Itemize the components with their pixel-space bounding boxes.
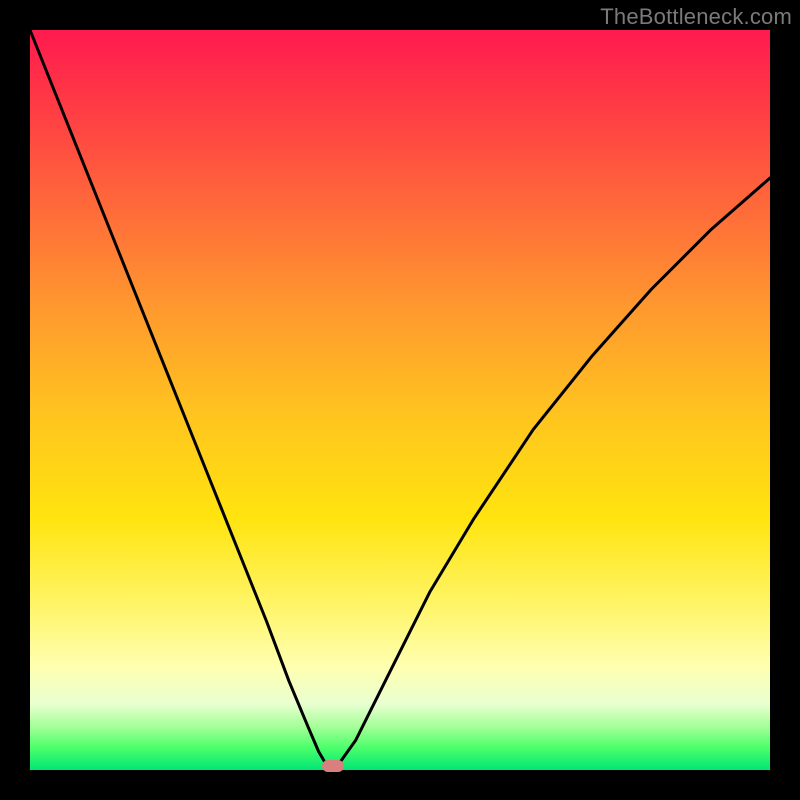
optimum-marker <box>322 760 344 772</box>
bottleneck-curve <box>30 30 770 770</box>
plot-area <box>30 30 770 770</box>
chart-frame: TheBottleneck.com <box>0 0 800 800</box>
watermark-text: TheBottleneck.com <box>600 4 792 30</box>
